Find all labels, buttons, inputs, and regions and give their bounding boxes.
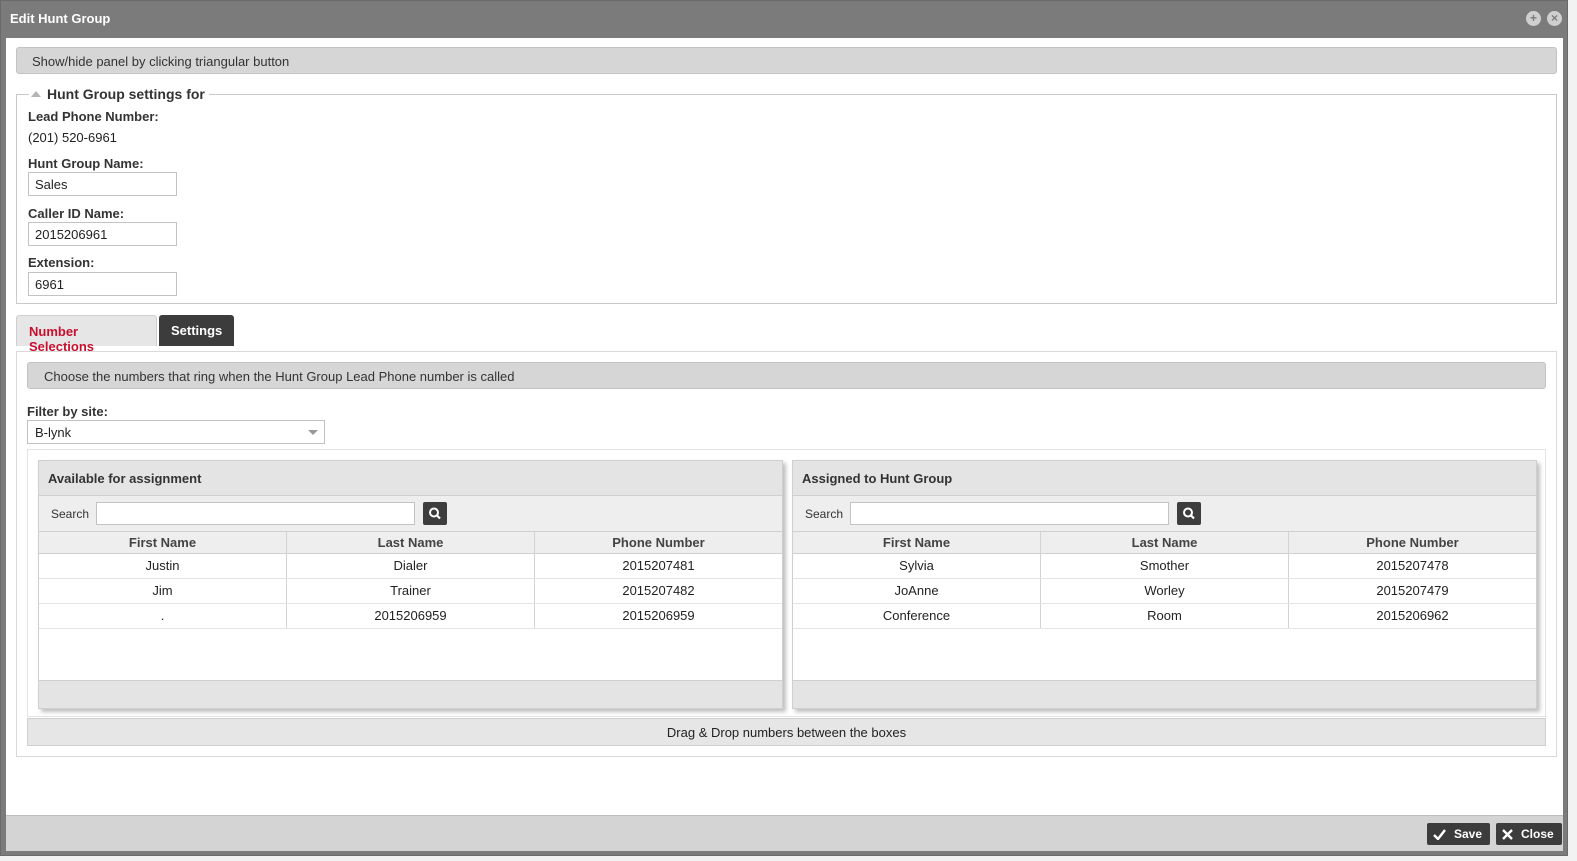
number-selection-hint: Choose the numbers that ring when the Hu… (27, 362, 1546, 389)
close-button-label: Close (1521, 827, 1554, 841)
col-first-name[interactable]: First Name (39, 532, 287, 553)
save-button[interactable]: Save (1427, 823, 1491, 845)
col-first-name[interactable]: First Name (793, 532, 1041, 553)
assigned-box: Assigned to Hunt Group Search First Name… (792, 460, 1537, 709)
last-name-cell: Trainer (287, 579, 535, 603)
last-name-cell: 2015206959 (287, 604, 535, 628)
lead-phone-label: Lead Phone Number: (28, 109, 159, 124)
available-search-label: Search (51, 507, 90, 521)
available-box-title: Available for assignment (39, 461, 782, 496)
assigned-box-title: Assigned to Hunt Group (793, 461, 1536, 496)
settings-legend-text: Hunt Group settings for (47, 86, 205, 102)
assigned-search-label: Search (805, 507, 844, 521)
assigned-box-footer (793, 680, 1536, 708)
search-icon (1183, 507, 1195, 520)
drag-drop-hint: Drag & Drop numbers between the boxes (27, 718, 1546, 746)
assigned-search-button[interactable] (1177, 502, 1201, 525)
col-last-name[interactable]: Last Name (1041, 532, 1289, 553)
close-button[interactable]: Close (1496, 823, 1562, 845)
assignment-boxes: Available for assignment Search First Na… (27, 449, 1546, 717)
first-name-cell: Sylvia (793, 554, 1041, 578)
hunt-group-name-label: Hunt Group Name: (28, 156, 144, 171)
table-row[interactable]: Justin Dialer 2015207481 (39, 554, 782, 579)
close-circle-icon[interactable]: × (1547, 11, 1562, 26)
table-row[interactable]: . 2015206959 2015206959 (39, 604, 782, 629)
available-box: Available for assignment Search First Na… (38, 460, 783, 709)
last-name-cell: Smother (1041, 554, 1289, 578)
assigned-table-header: First Name Last Name Phone Number (793, 532, 1536, 554)
table-row[interactable]: Sylvia Smother 2015207478 (793, 554, 1536, 579)
check-icon (1433, 829, 1446, 841)
dialog-content: Show/hide panel by clicking triangular b… (6, 38, 1563, 815)
last-name-cell: Worley (1041, 579, 1289, 603)
table-row[interactable]: JoAnne Worley 2015207479 (793, 579, 1536, 604)
edit-hunt-group-dialog: Edit Hunt Group + × Show/hide panel by c… (0, 0, 1568, 856)
collapse-triangle-icon[interactable] (31, 91, 41, 97)
settings-legend[interactable]: Hunt Group settings for (29, 86, 209, 102)
phone-number-cell: 2015207479 (1376, 583, 1449, 598)
last-name-cell: Dialer (287, 554, 535, 578)
phone-number-cell: 2015206962 (1376, 608, 1449, 623)
search-icon (429, 507, 441, 520)
extension-input[interactable]: 6961 (28, 272, 177, 296)
table-row[interactable]: Jim Trainer 2015207482 (39, 579, 782, 604)
first-name-cell: Jim (39, 579, 287, 603)
available-search-input[interactable] (96, 502, 415, 525)
col-phone-number[interactable]: Phone Number (535, 532, 782, 553)
phone-number-cell: 2015207482 (622, 583, 695, 598)
available-search-button[interactable] (423, 502, 447, 525)
hunt-group-name-input[interactable]: Sales (28, 172, 177, 196)
first-name-cell: JoAnne (793, 579, 1041, 603)
table-row[interactable]: Conference Room 2015206962 (793, 604, 1536, 629)
dialog-footer: Save Close (6, 815, 1563, 851)
tab-number-selections[interactable]: Number Selections (16, 315, 157, 354)
tab-settings[interactable]: Settings (159, 315, 234, 346)
chevron-down-icon (308, 430, 318, 435)
caller-id-name-label: Caller ID Name: (28, 206, 125, 221)
first-name-cell: Justin (39, 554, 287, 578)
caller-id-name-input[interactable]: 2015206961 (28, 222, 177, 246)
assigned-search-input[interactable] (850, 502, 1169, 525)
number-selections-panel: Choose the numbers that ring when the Hu… (16, 351, 1557, 757)
lead-phone-value: (201) 520-6961 (28, 130, 117, 145)
first-name-cell: Conference (793, 604, 1041, 628)
extension-label: Extension: (28, 255, 95, 270)
first-name-cell: . (39, 604, 287, 628)
save-button-label: Save (1454, 827, 1483, 841)
assigned-search-bar: Search (793, 496, 1536, 532)
available-box-footer (39, 680, 782, 708)
title-bar: Edit Hunt Group + × (1, 1, 1567, 37)
col-phone-number[interactable]: Phone Number (1289, 532, 1536, 553)
col-last-name[interactable]: Last Name (287, 532, 535, 553)
plus-circle-icon[interactable]: + (1526, 11, 1541, 26)
available-search-bar: Search (39, 496, 782, 532)
available-table-header: First Name Last Name Phone Number (39, 532, 782, 554)
close-icon (1502, 829, 1513, 840)
phone-number-cell: 2015207481 (622, 558, 695, 573)
site-filter-value: B-lynk (35, 425, 72, 440)
last-name-cell: Room (1041, 604, 1289, 628)
panel-hint-bar[interactable]: Show/hide panel by clicking triangular b… (16, 47, 1557, 74)
phone-number-cell: 2015206959 (622, 608, 695, 623)
filter-by-site-label: Filter by site: (27, 404, 108, 419)
hunt-group-settings-panel: Hunt Group settings for Lead Phone Numbe… (16, 86, 1557, 304)
dialog-title: Edit Hunt Group (10, 11, 111, 26)
site-filter-select[interactable]: B-lynk (27, 420, 325, 444)
phone-number-cell: 2015207478 (1376, 558, 1449, 573)
